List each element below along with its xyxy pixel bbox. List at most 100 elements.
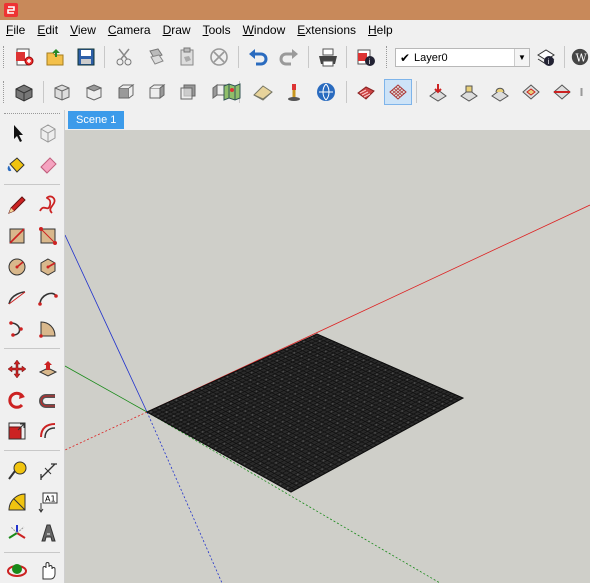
- dimension-icon[interactable]: [35, 458, 61, 484]
- stamp-icon[interactable]: [455, 79, 483, 105]
- model-info-icon[interactable]: i: [352, 44, 380, 70]
- toolbar-overflow-icon[interactable]: [579, 79, 590, 105]
- open-icon[interactable]: [41, 44, 69, 70]
- pencil-icon[interactable]: [4, 192, 30, 218]
- tool-separator: [4, 348, 60, 349]
- toolbar-grip[interactable]: [3, 46, 7, 68]
- model-viewport[interactable]: [65, 130, 590, 583]
- protractor-icon[interactable]: [4, 489, 30, 515]
- rotated-rectangle-icon[interactable]: [35, 223, 61, 249]
- undo-icon[interactable]: [244, 44, 272, 70]
- grid-cell-highlight: [240, 434, 243, 437]
- circle-icon[interactable]: [4, 254, 30, 280]
- add-detail-icon[interactable]: [517, 79, 545, 105]
- copy-icon[interactable]: [142, 44, 170, 70]
- pie-icon[interactable]: [35, 316, 61, 342]
- views-icon[interactable]: [10, 79, 38, 105]
- print-icon[interactable]: [314, 44, 342, 70]
- grid-cell-highlight: [344, 375, 347, 378]
- smoove-icon[interactable]: [424, 79, 452, 105]
- move-icon[interactable]: [4, 356, 30, 382]
- tab-scene-1[interactable]: Scene 1: [68, 111, 125, 129]
- right-icon[interactable]: [143, 79, 171, 105]
- arc-icon[interactable]: [4, 285, 30, 311]
- share-icon[interactable]: [312, 79, 340, 105]
- paste-icon[interactable]: [173, 44, 201, 70]
- paint-bucket-icon[interactable]: [4, 152, 30, 178]
- front-icon[interactable]: [112, 79, 140, 105]
- grid-cell-highlight: [306, 415, 309, 418]
- grid-cell-highlight: [315, 456, 318, 458]
- push-pull-icon[interactable]: [35, 356, 61, 382]
- model-canvas[interactable]: [65, 130, 590, 583]
- redo-icon[interactable]: [275, 44, 303, 70]
- grid-cell-highlight: [355, 449, 358, 452]
- grid-cell-highlight: [425, 404, 428, 407]
- toolbar-grip[interactable]: [386, 46, 390, 68]
- layer-manager-icon[interactable]: i: [532, 44, 560, 70]
- menu-camera[interactable]: Camera: [102, 23, 157, 37]
- sandbox-grid-mesh[interactable]: [145, 333, 465, 493]
- extension-warehouse-icon[interactable]: [280, 79, 308, 105]
- rectangle-icon[interactable]: [4, 223, 30, 249]
- grid-cell-highlight: [300, 448, 303, 451]
- grid-cell-highlight: [180, 419, 182, 421]
- wordpress-icon[interactable]: W: [570, 44, 590, 70]
- top-icon[interactable]: [80, 79, 108, 105]
- sandbox-from-contours-icon[interactable]: [352, 79, 380, 105]
- component-icon[interactable]: [35, 120, 61, 146]
- toolbar-grip[interactable]: [4, 113, 60, 115]
- 3d-text-icon[interactable]: [35, 520, 61, 546]
- menu-window[interactable]: Window: [237, 23, 292, 37]
- grid-cell-highlight: [361, 366, 364, 369]
- svg-text:i: i: [548, 58, 550, 66]
- layer-dropdown[interactable]: ✔ Layer0 ▼: [395, 48, 530, 67]
- grid-cell-highlight: [313, 369, 316, 372]
- grid-cell-highlight: [238, 398, 241, 401]
- offset-icon[interactable]: [35, 418, 61, 444]
- new-icon[interactable]: [10, 44, 38, 70]
- map-icon[interactable]: [218, 79, 246, 105]
- grid-cell-highlight: [289, 424, 291, 427]
- pan-icon[interactable]: [35, 557, 61, 583]
- two-point-arc-icon[interactable]: [35, 285, 61, 311]
- grid-cell-highlight: [209, 383, 212, 386]
- cut-icon[interactable]: [110, 44, 138, 70]
- three-point-arc-icon[interactable]: [4, 316, 30, 342]
- flip-edge-icon[interactable]: [548, 79, 576, 105]
- select-icon[interactable]: [4, 120, 30, 146]
- grid-cell-highlight: [222, 451, 224, 453]
- erase-icon[interactable]: [205, 44, 233, 70]
- freehand-icon[interactable]: [35, 192, 61, 218]
- sandbox-from-scratch-icon[interactable]: [384, 79, 412, 105]
- menu-view[interactable]: View: [64, 23, 102, 37]
- menu-edit[interactable]: Edit: [31, 23, 64, 37]
- menu-help[interactable]: Help: [362, 23, 399, 37]
- axes-icon[interactable]: [4, 520, 30, 546]
- warehouse-icon[interactable]: [249, 79, 277, 105]
- toolbar-separator: [416, 81, 417, 103]
- grid-cell-highlight: [311, 336, 314, 339]
- back-icon[interactable]: [174, 79, 202, 105]
- text-icon[interactable]: A1: [35, 489, 61, 515]
- menu-extensions[interactable]: Extensions: [291, 23, 362, 37]
- grid-cell-highlight: [252, 406, 255, 408]
- follow-me-icon[interactable]: [35, 387, 61, 413]
- menu-file[interactable]: File: [0, 23, 31, 37]
- menu-tools[interactable]: Tools: [197, 23, 237, 37]
- scale-icon[interactable]: [4, 418, 30, 444]
- menu-draw[interactable]: Draw: [157, 23, 197, 37]
- chevron-down-icon[interactable]: ▼: [514, 49, 529, 66]
- grid-cell-highlight: [214, 447, 217, 449]
- iso-icon[interactable]: [48, 79, 76, 105]
- drape-icon[interactable]: [486, 79, 514, 105]
- grid-cell-highlight: [231, 394, 234, 397]
- grid-cell-highlight: [165, 411, 168, 413]
- tape-measure-icon[interactable]: [4, 458, 30, 484]
- eraser-icon[interactable]: [35, 152, 61, 178]
- orbit-icon[interactable]: [4, 557, 30, 583]
- polygon-icon[interactable]: [35, 254, 61, 280]
- rotate-icon[interactable]: [4, 387, 30, 413]
- save-icon[interactable]: [72, 44, 100, 70]
- toolbar-grip[interactable]: [3, 81, 7, 103]
